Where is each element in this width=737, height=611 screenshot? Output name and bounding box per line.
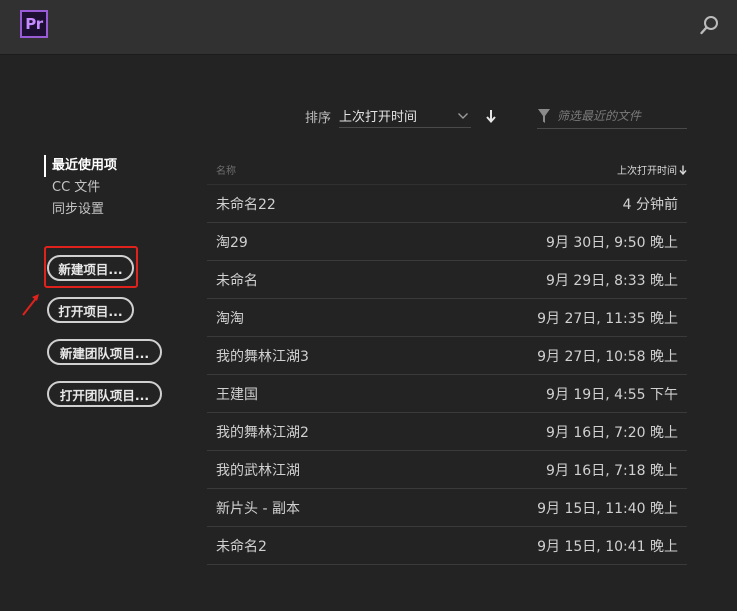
filter-funnel-icon xyxy=(538,109,550,123)
sidebar-nav: 最近使用项 CC 文件 同步设置 xyxy=(44,155,117,221)
last-opened-time: 9月 15日, 11:40 晚上 xyxy=(537,500,678,517)
file-name: 我的舞林江湖3 xyxy=(216,348,309,365)
file-name: 淘淘 xyxy=(216,310,244,327)
column-header-date-label: 上次打开时间 xyxy=(617,166,677,177)
red-annotation-arrow xyxy=(22,294,39,316)
table-header: 名称 上次打开时间 xyxy=(207,155,687,185)
last-opened-time: 9月 29日, 8:33 晚上 xyxy=(546,272,678,289)
chevron-down-icon xyxy=(458,112,469,119)
open-team-project-button[interactable]: 打开团队项目... xyxy=(47,381,162,407)
column-header-date[interactable]: 上次打开时间 xyxy=(617,162,687,177)
last-opened-time: 9月 27日, 11:35 晚上 xyxy=(537,310,678,327)
file-name: 我的舞林江湖2 xyxy=(216,424,309,441)
table-body: 未命名22 4 分钟前淘29 9月 30日, 9:50 晚上未命名 9月 29日, 8… xyxy=(207,185,687,565)
last-opened-time: 9月 15日, 10:41 晚上 xyxy=(537,538,678,555)
new-team-project-button[interactable]: 新建团队项目... xyxy=(47,339,162,365)
file-name: 未命名22 xyxy=(216,196,276,213)
table-row[interactable]: 未命名 9月 29日, 8:33 晚上 xyxy=(207,261,687,299)
last-opened-time: 9月 19日, 4:55 下午 xyxy=(546,386,678,403)
last-opened-time: 9月 16日, 7:18 晚上 xyxy=(546,462,678,479)
table-row[interactable]: 王建国 9月 19日, 4:55 下午 xyxy=(207,375,687,413)
file-name: 新片头 - 副本 xyxy=(216,500,300,517)
table-row[interactable]: 淘29 9月 30日, 9:50 晚上 xyxy=(207,223,687,261)
search-icon[interactable] xyxy=(699,14,721,36)
table-row[interactable]: 我的舞林江湖2 9月 16日, 7:20 晚上 xyxy=(207,413,687,451)
open-project-button[interactable]: 打开项目... xyxy=(47,297,134,323)
table-row[interactable]: 未命名2 9月 15日, 10:41 晚上 xyxy=(207,527,687,565)
file-name: 未命名 xyxy=(216,272,258,289)
premiere-logo: Pr xyxy=(20,10,48,38)
sort-direction-button[interactable] xyxy=(485,109,497,123)
last-opened-time: 9月 30日, 9:50 晚上 xyxy=(546,234,678,251)
filter-input[interactable] xyxy=(555,108,685,124)
last-opened-time: 9月 16日, 7:20 晚上 xyxy=(546,424,678,441)
arrow-down-icon xyxy=(486,110,496,123)
recent-files-table: 名称 上次打开时间 未命名22 4 分钟前 淘29 9月 30日, 9:50 晚上 未命… xyxy=(207,155,687,565)
file-name: 王建国 xyxy=(216,386,258,403)
sidebar-item-cc-files[interactable]: CC 文件 xyxy=(44,177,117,199)
table-row[interactable]: 未命名22 4 分钟前 xyxy=(207,185,687,223)
sort-bar: 排序 上次打开时间 xyxy=(305,104,497,128)
filter-field xyxy=(537,104,687,129)
sort-dropdown[interactable]: 上次打开时间 xyxy=(339,104,472,128)
column-header-name[interactable]: 名称 xyxy=(207,162,236,177)
table-row[interactable]: 新片头 - 副本 9月 15日, 11:40 晚上 xyxy=(207,489,687,527)
sort-label: 排序 xyxy=(305,110,332,126)
logo-text: Pr xyxy=(25,15,43,33)
file-name: 未命名2 xyxy=(216,538,267,555)
sidebar-item-sync-settings[interactable]: 同步设置 xyxy=(44,199,117,221)
file-name: 我的武林江湖 xyxy=(216,462,300,479)
sidebar-item-recent[interactable]: 最近使用项 xyxy=(44,155,117,177)
table-row[interactable]: 我的武林江湖 9月 16日, 7:18 晚上 xyxy=(207,451,687,489)
file-name: 淘29 xyxy=(216,234,248,251)
table-row[interactable]: 我的舞林江湖3 9月 27日, 10:58 晚上 xyxy=(207,337,687,375)
new-project-button[interactable]: 新建项目... xyxy=(47,255,134,281)
last-opened-time: 9月 27日, 10:58 晚上 xyxy=(537,348,678,365)
sort-selected-value: 上次打开时间 xyxy=(339,110,418,125)
last-opened-time: 4 分钟前 xyxy=(622,196,678,213)
sort-arrow-down-icon xyxy=(679,165,687,175)
table-row[interactable]: 淘淘 9月 27日, 11:35 晚上 xyxy=(207,299,687,337)
top-bar: Pr xyxy=(0,0,737,55)
